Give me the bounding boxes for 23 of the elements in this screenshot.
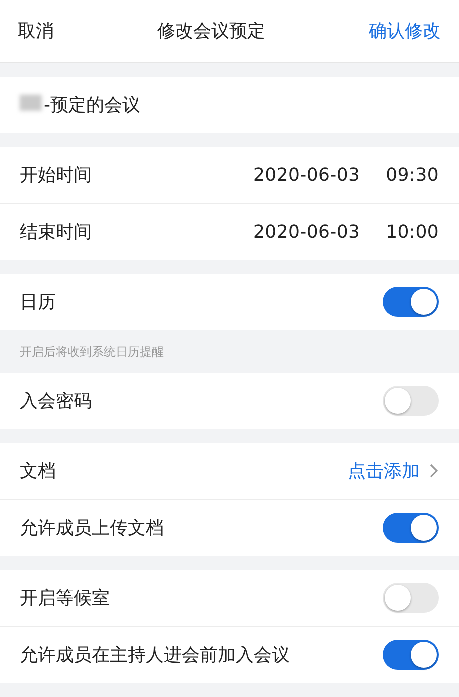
row-label: 入会密码 — [20, 390, 93, 413]
cancel-button[interactable]: 取消 — [18, 19, 54, 43]
toggle-switch[interactable] — [383, 583, 439, 613]
row-label: 允许成员上传文档 — [20, 517, 165, 540]
row-label: 文档 — [20, 460, 57, 483]
row-label: 开始时间 — [20, 164, 93, 187]
date-value[interactable]: 2020-06-03 — [254, 164, 360, 186]
toggle-switch[interactable] — [383, 513, 439, 543]
toggle-switch[interactable] — [383, 386, 439, 416]
time-value[interactable]: 09:30 — [386, 164, 439, 186]
toggle-switch[interactable] — [383, 287, 439, 317]
time-value[interactable]: 10:00 — [386, 222, 439, 242]
page-title: 修改会议预定 — [158, 20, 266, 43]
date-value[interactable]: 2020-06-03 — [254, 222, 360, 242]
add-link[interactable]: 点击添加 — [348, 459, 420, 483]
chevron-right-icon — [430, 464, 439, 478]
toggle-switch[interactable] — [383, 640, 439, 670]
confirm-button[interactable]: 确认修改 — [369, 19, 441, 43]
meeting-title[interactable]: -预定的会议 — [20, 93, 439, 117]
row-label: 结束时间 — [20, 221, 93, 244]
row-label: 开启等候室 — [20, 587, 111, 610]
row-label: 允许成员在主持人进会前加入会议 — [20, 644, 291, 667]
row-label: 日历 — [20, 291, 57, 314]
